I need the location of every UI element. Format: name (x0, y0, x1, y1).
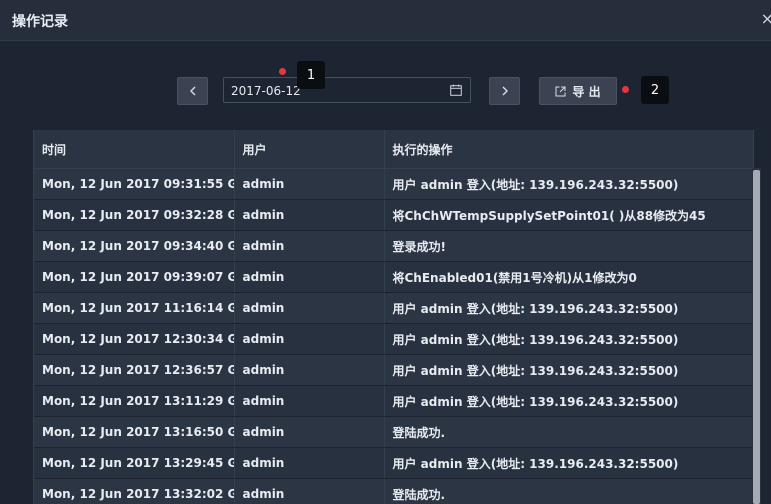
next-date-button[interactable] (489, 77, 520, 105)
dialog-header: 操作记录 × (0, 0, 771, 41)
column-header-time: 时间 (34, 130, 235, 169)
cell-time: Mon, 12 Jun 2017 13:11:29 GMT (34, 385, 235, 417)
export-icon (555, 86, 566, 96)
table-row: Mon, 12 Jun 2017 09:32:28 GMTadmin将ChChW… (34, 199, 754, 231)
date-picker[interactable] (223, 77, 471, 104)
calendar-icon[interactable] (450, 84, 462, 96)
table-row: Mon, 12 Jun 2017 13:11:29 GMTadmin用户 adm… (34, 385, 754, 417)
cell-time: Mon, 12 Jun 2017 09:31:55 GMT (34, 168, 235, 200)
cell-user: admin (234, 447, 385, 479)
chevron-left-icon (189, 86, 195, 96)
cell-user: admin (234, 385, 385, 417)
annotation-dot-2 (622, 86, 629, 93)
cell-user: admin (234, 199, 385, 231)
cell-time: Mon, 12 Jun 2017 09:32:28 GMT (34, 199, 235, 231)
dialog-title: 操作记录 (12, 14, 68, 30)
cell-action: 用户 admin 登入(地址: 139.196.243.32:5500) (384, 447, 754, 479)
cell-user: admin (234, 478, 385, 504)
cell-time: Mon, 12 Jun 2017 13:32:02 GMT (34, 478, 235, 504)
annotation-marker-1: 1 (297, 61, 325, 89)
table-row: Mon, 12 Jun 2017 13:16:50 GMTadmin登陆成功. (34, 416, 754, 448)
chevron-right-icon (502, 86, 508, 96)
cell-action: 将ChEnabled01(禁用1号冷机)从1修改为0 (384, 261, 754, 293)
cell-time: Mon, 12 Jun 2017 09:34:40 GMT (34, 230, 235, 262)
cell-user: admin (234, 261, 385, 293)
cell-action: 用户 admin 登入(地址: 139.196.243.32:5500) (384, 385, 754, 417)
table-row: Mon, 12 Jun 2017 09:34:40 GMTadmin登录成功! (34, 230, 754, 262)
table-row: Mon, 12 Jun 2017 13:32:02 GMTadmin登陆成功. (34, 478, 754, 504)
export-label: 导 出 (572, 84, 601, 99)
cell-action: 用户 admin 登入(地址: 139.196.243.32:5500) (384, 354, 754, 386)
cell-action: 用户 admin 登入(地址: 139.196.243.32:5500) (384, 292, 754, 324)
cell-time: Mon, 12 Jun 2017 12:30:34 GMT (34, 323, 235, 355)
cell-action: 用户 admin 登入(地址: 139.196.243.32:5500) (384, 168, 754, 200)
cell-action: 登录成功! (384, 230, 754, 262)
table-row: Mon, 12 Jun 2017 12:36:57 GMTadmin用户 adm… (34, 354, 754, 386)
cell-time: Mon, 12 Jun 2017 11:16:14 GMT (34, 292, 235, 324)
table-header-row: 时间 用户 执行的操作 (34, 130, 754, 169)
operation-log-table: 时间 用户 执行的操作 Mon, 12 Jun 2017 09:31:55 GM… (33, 130, 762, 504)
cell-action: 登陆成功. (384, 416, 754, 448)
cell-action: 登陆成功. (384, 478, 754, 504)
cell-time: Mon, 12 Jun 2017 09:39:07 GMT (34, 261, 235, 293)
annotation-dot-1 (279, 68, 286, 75)
date-field[interactable] (224, 78, 433, 104)
table-scrollbar[interactable] (752, 168, 761, 504)
table-row: Mon, 12 Jun 2017 09:39:07 GMTadmin将ChEna… (34, 261, 754, 293)
cell-user: admin (234, 323, 385, 355)
table-row: Mon, 12 Jun 2017 13:29:45 GMTadmin用户 adm… (34, 447, 754, 479)
cell-time: Mon, 12 Jun 2017 13:29:45 GMT (34, 447, 235, 479)
table-row: Mon, 12 Jun 2017 12:30:34 GMTadmin用户 adm… (34, 323, 754, 355)
table-row: Mon, 12 Jun 2017 11:16:14 GMTadmin用户 adm… (34, 292, 754, 324)
cell-time: Mon, 12 Jun 2017 12:36:57 GMT (34, 354, 235, 386)
cell-user: admin (234, 230, 385, 262)
close-icon[interactable]: × (761, 9, 771, 28)
cell-user: admin (234, 354, 385, 386)
cell-user: admin (234, 292, 385, 324)
export-button[interactable]: 导 出 (539, 77, 617, 105)
cell-user: admin (234, 416, 385, 448)
cell-time: Mon, 12 Jun 2017 13:16:50 GMT (34, 416, 235, 448)
cell-action: 将ChChWTempSupplySetPoint01( )从88修改为45 (384, 199, 754, 231)
prev-date-button[interactable] (177, 77, 208, 105)
column-header-action: 执行的操作 (384, 130, 754, 169)
cell-action: 用户 admin 登入(地址: 139.196.243.32:5500) (384, 323, 754, 355)
annotation-marker-2: 2 (641, 76, 669, 104)
column-header-user: 用户 (234, 130, 385, 169)
table-row: Mon, 12 Jun 2017 09:31:55 GMTadmin用户 adm… (34, 168, 754, 200)
cell-user: admin (234, 168, 385, 200)
scrollbar-thumb[interactable] (753, 170, 760, 504)
